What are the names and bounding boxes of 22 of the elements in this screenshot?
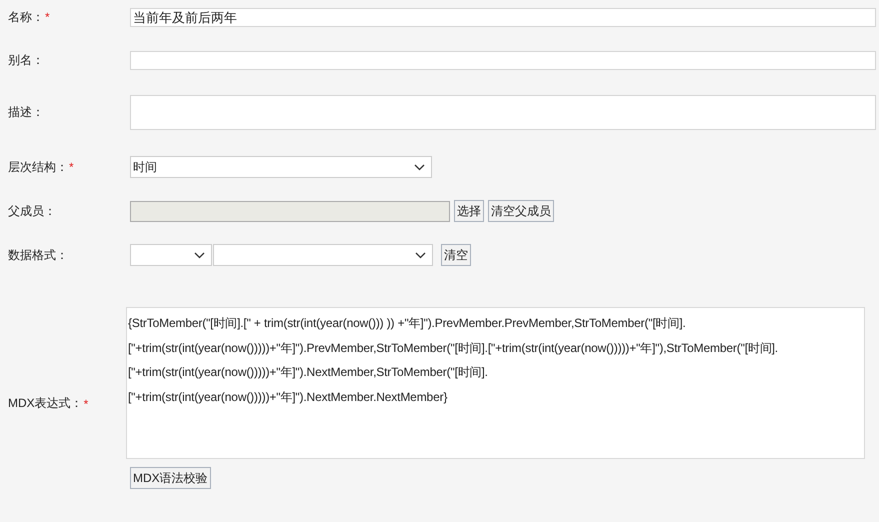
- chevron-icon: [415, 252, 426, 258]
- dropdown[interactable]: [213, 244, 433, 266]
- text-field[interactable]: [130, 50, 876, 70]
- required-mark: *: [69, 160, 74, 174]
- text-field[interactable]: 当前年及前后两年: [130, 8, 876, 26]
- required-mark: *: [45, 10, 50, 24]
- validate-button[interactable]: MDX语法校验: [130, 467, 211, 489]
- required-mark: *: [84, 396, 88, 410]
- field-label: 别名：: [8, 52, 44, 68]
- field-label: 父成员：: [8, 202, 56, 220]
- chevron-icon: [194, 252, 205, 258]
- code-field[interactable]: {StrToMember("[时间].[" + trim(str(int(year(now())) )) +"年]").PrevMember.PrevMember,StrToMember("[时间]. ["+trim(str(int(year(now()))))+"年]").PrevMember,StrToMember("[时间].["+trim(str(int(year(now()))))+"年]"),StrToMember("[时间]. ["+trim(str(int(year(now()))))+"年]").NextMember,StrToMember("[时间]. ["+trim(str(int(year(now()))))+"年]").NextMember.NextMember}: [126, 307, 865, 459]
- clear-button[interactable]: 清空: [441, 244, 471, 266]
- text-area[interactable]: [130, 94, 876, 130]
- dropdown[interactable]: [130, 244, 212, 266]
- field-label: 数据格式：: [8, 246, 68, 264]
- field-label: 层次结构：: [8, 158, 68, 176]
- chevron-icon: [414, 164, 425, 170]
- field-label: 名称：: [8, 8, 44, 26]
- field-label: 描述：: [8, 104, 44, 120]
- dropdown[interactable]: 时间: [130, 156, 432, 178]
- field-label: MDX表达式：: [8, 395, 83, 412]
